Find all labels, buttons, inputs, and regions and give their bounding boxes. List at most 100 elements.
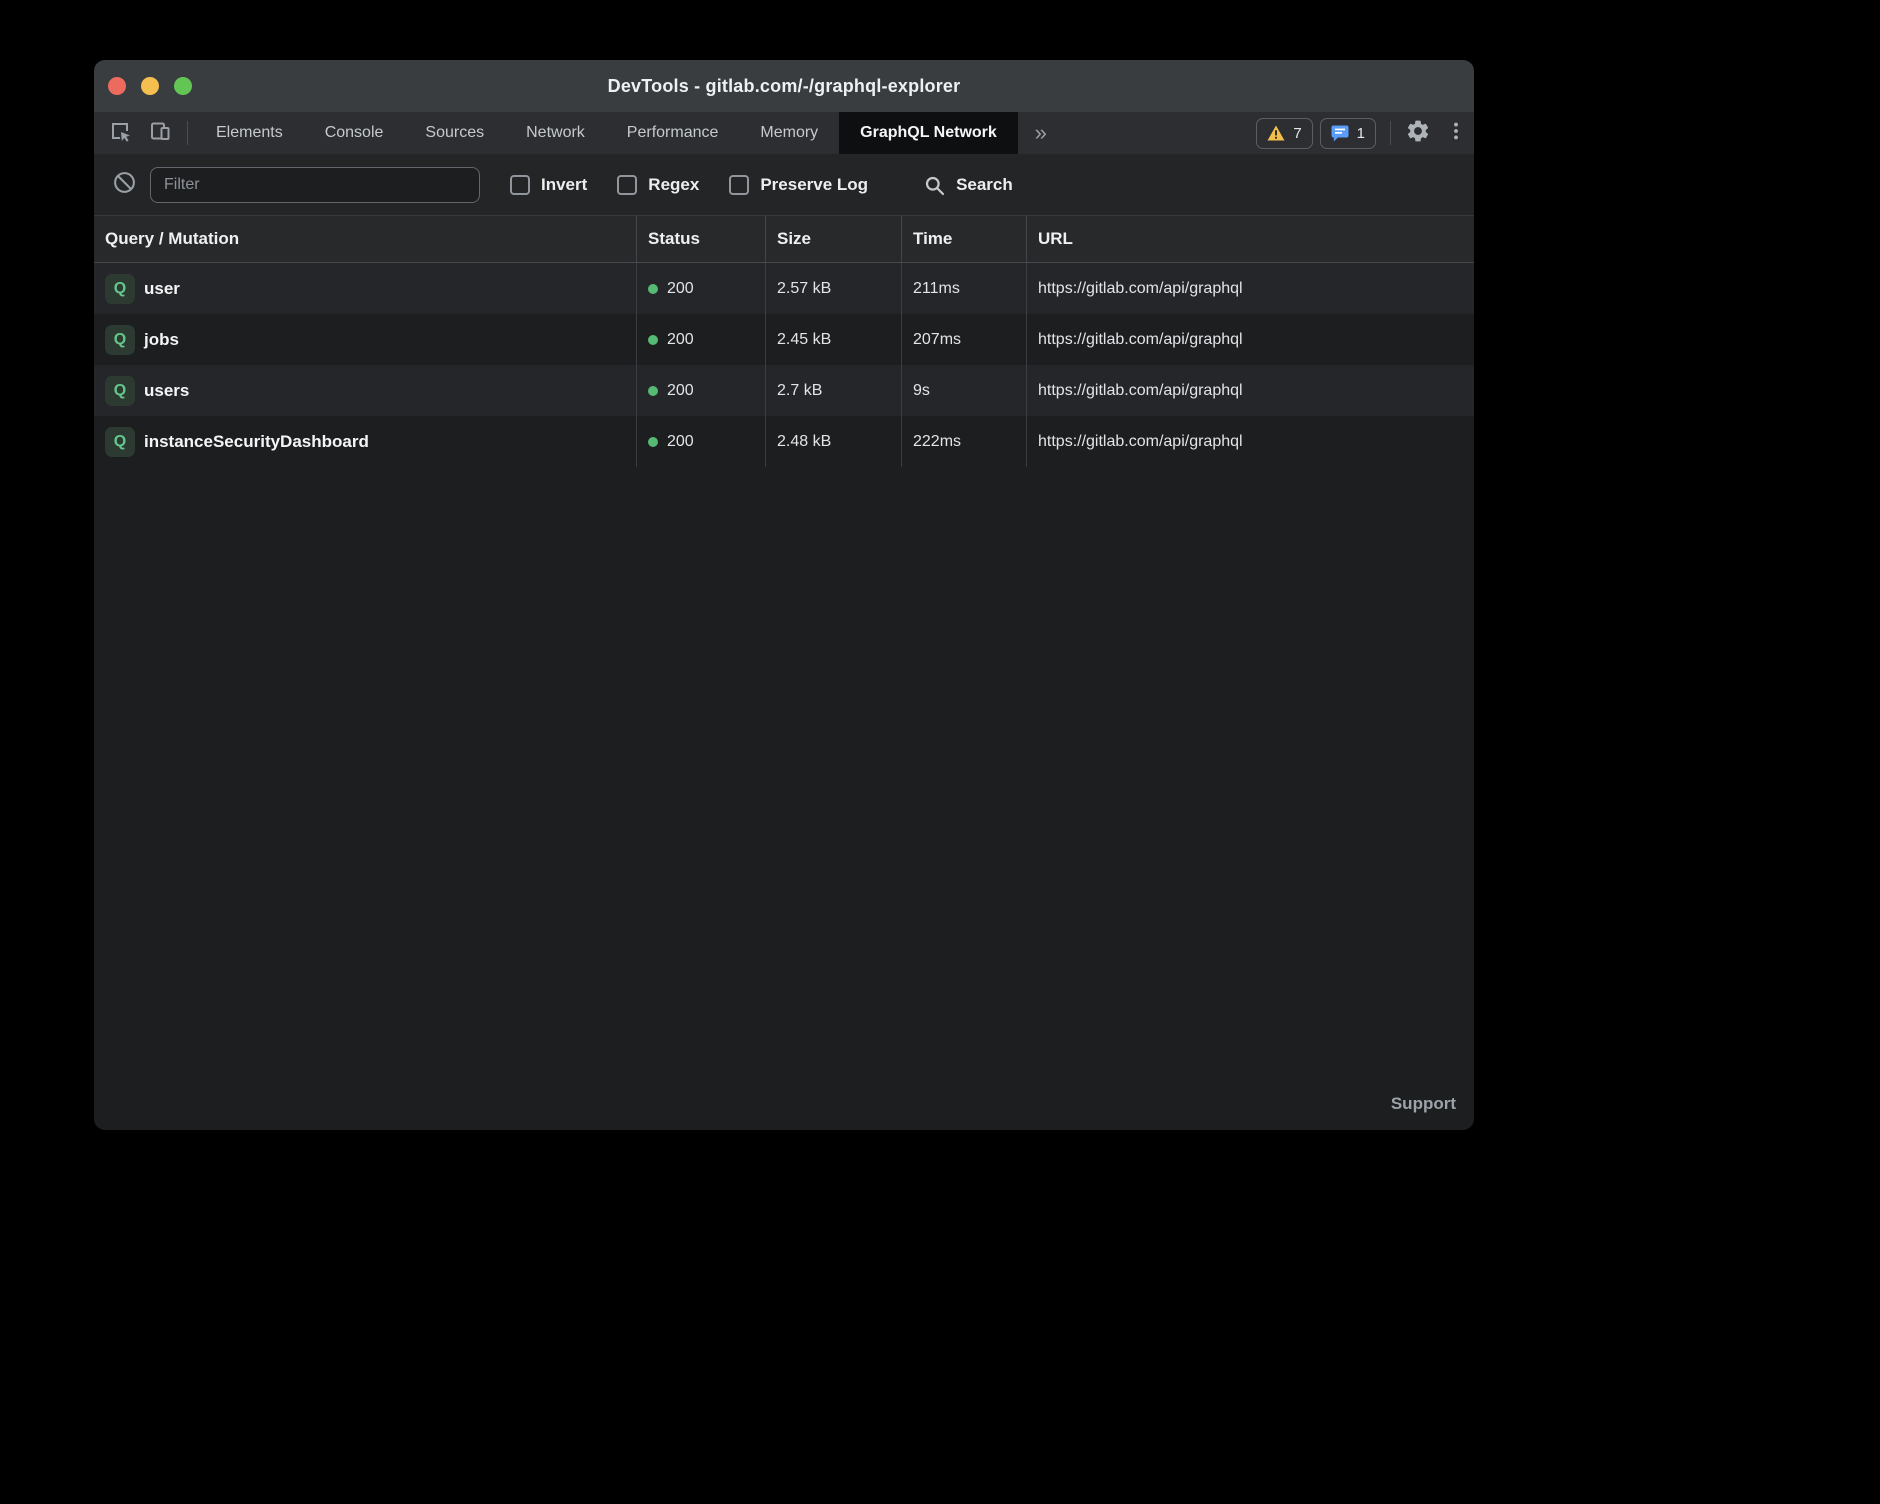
- support-link[interactable]: Support: [1391, 1094, 1456, 1114]
- size-cell: 2.7 kB: [765, 365, 901, 416]
- inspect-element-button[interactable]: [100, 112, 140, 154]
- tabbar-right-divider: [1390, 121, 1391, 145]
- status-ok-dot: [648, 437, 658, 447]
- url-cell: https://gitlab.com/api/graphql: [1026, 263, 1474, 314]
- minimize-window-button[interactable]: [141, 77, 159, 95]
- message-bubble-icon: [1331, 125, 1349, 142]
- search-toggle[interactable]: Search: [924, 175, 1013, 196]
- column-header-status[interactable]: Status: [636, 216, 765, 262]
- search-label: Search: [956, 175, 1013, 195]
- invert-filter-group: Invert: [510, 175, 587, 195]
- panel-footer: Support: [94, 1094, 1474, 1130]
- table-row[interactable]: Q instanceSecurityDashboard 200 2.48 kB …: [94, 416, 1474, 467]
- window-title: DevTools - gitlab.com/-/graphql-explorer: [94, 76, 1474, 97]
- filter-input[interactable]: [150, 167, 480, 203]
- column-header-size[interactable]: Size: [765, 216, 901, 262]
- regex-filter-group: Regex: [617, 175, 699, 195]
- query-type-badge: Q: [105, 274, 135, 304]
- status-cell: 200: [636, 314, 765, 365]
- gear-icon: [1405, 118, 1431, 149]
- url-cell: https://gitlab.com/api/graphql: [1026, 365, 1474, 416]
- status-ok-dot: [648, 284, 658, 294]
- warning-count: 7: [1293, 125, 1301, 142]
- time-cell: 211ms: [901, 263, 1026, 314]
- devtools-tabbar: Elements Console Sources Network Perform…: [94, 112, 1474, 155]
- status-text: 200: [667, 280, 694, 298]
- block-icon: [112, 170, 137, 200]
- device-toolbar-button[interactable]: [140, 112, 180, 154]
- size-cell: 2.57 kB: [765, 263, 901, 314]
- query-cell: Q user: [94, 263, 636, 314]
- query-type-badge: Q: [105, 325, 135, 355]
- close-window-button[interactable]: [108, 77, 126, 95]
- query-type-badge: Q: [105, 427, 135, 457]
- devtools-menu-button[interactable]: [1438, 112, 1474, 154]
- device-toolbar-icon: [149, 120, 171, 147]
- issues-badge[interactable]: 1: [1320, 118, 1376, 149]
- size-cell: 2.45 kB: [765, 314, 901, 365]
- tab-elements[interactable]: Elements: [195, 112, 304, 154]
- query-name: jobs: [144, 330, 179, 350]
- settings-button[interactable]: [1398, 112, 1438, 154]
- status-ok-dot: [648, 386, 658, 396]
- warning-triangle-icon: [1267, 125, 1285, 141]
- query-cell: Q jobs: [94, 314, 636, 365]
- requests-table-header: Query / Mutation Status Size Time URL: [94, 216, 1474, 263]
- tab-graphql-network[interactable]: GraphQL Network: [839, 112, 1018, 154]
- search-icon: [924, 175, 945, 196]
- more-tabs-button[interactable]: »: [1018, 112, 1064, 154]
- query-type-badge: Q: [105, 376, 135, 406]
- table-row[interactable]: Q users 200 2.7 kB 9s https://gitlab.com…: [94, 365, 1474, 416]
- requests-table-body: Q user 200 2.57 kB 211ms https://gitlab.…: [94, 263, 1474, 467]
- time-cell: 207ms: [901, 314, 1026, 365]
- tab-memory[interactable]: Memory: [739, 112, 839, 154]
- clear-requests-button[interactable]: [110, 170, 138, 200]
- status-text: 200: [667, 433, 694, 451]
- query-cell: Q instanceSecurityDashboard: [94, 416, 636, 467]
- status-cell: 200: [636, 263, 765, 314]
- column-header-query-mutation[interactable]: Query / Mutation: [94, 216, 636, 262]
- status-ok-dot: [648, 335, 658, 345]
- table-row[interactable]: Q user 200 2.57 kB 211ms https://gitlab.…: [94, 263, 1474, 314]
- url-cell: https://gitlab.com/api/graphql: [1026, 416, 1474, 467]
- warnings-badge[interactable]: 7: [1256, 118, 1312, 149]
- query-name: instanceSecurityDashboard: [144, 432, 369, 452]
- empty-content-area: [94, 467, 1474, 1094]
- invert-checkbox[interactable]: [510, 175, 530, 195]
- invert-label: Invert: [541, 175, 587, 195]
- preserve-log-checkbox[interactable]: [729, 175, 749, 195]
- size-cell: 2.48 kB: [765, 416, 901, 467]
- preserve-log-label: Preserve Log: [760, 175, 868, 195]
- status-text: 200: [667, 331, 694, 349]
- column-header-time[interactable]: Time: [901, 216, 1026, 262]
- time-cell: 9s: [901, 365, 1026, 416]
- tab-network[interactable]: Network: [505, 112, 606, 154]
- chevron-double-right-icon: »: [1035, 120, 1047, 146]
- preserve-log-group: Preserve Log: [729, 175, 868, 195]
- time-cell: 222ms: [901, 416, 1026, 467]
- titlebar: DevTools - gitlab.com/-/graphql-explorer: [94, 60, 1474, 112]
- status-cell: 200: [636, 365, 765, 416]
- regex-label: Regex: [648, 175, 699, 195]
- table-row[interactable]: Q jobs 200 2.45 kB 207ms https://gitlab.…: [94, 314, 1474, 365]
- traffic-lights: [108, 60, 192, 112]
- status-text: 200: [667, 382, 694, 400]
- tab-sources[interactable]: Sources: [404, 112, 505, 154]
- url-cell: https://gitlab.com/api/graphql: [1026, 314, 1474, 365]
- zoom-window-button[interactable]: [174, 77, 192, 95]
- tab-console[interactable]: Console: [304, 112, 405, 154]
- query-name: user: [144, 279, 180, 299]
- tabbar-divider: [187, 121, 188, 145]
- regex-checkbox[interactable]: [617, 175, 637, 195]
- tab-performance[interactable]: Performance: [606, 112, 740, 154]
- column-header-url[interactable]: URL: [1026, 216, 1474, 262]
- devtools-window: DevTools - gitlab.com/-/graphql-explorer…: [94, 60, 1474, 1130]
- kebab-menu-icon: [1445, 120, 1467, 147]
- status-cell: 200: [636, 416, 765, 467]
- tabbar-spacer: [1064, 112, 1257, 154]
- query-cell: Q users: [94, 365, 636, 416]
- message-count: 1: [1357, 125, 1365, 142]
- inspect-cursor-icon: [109, 120, 131, 147]
- query-name: users: [144, 381, 189, 401]
- filter-toolbar: Invert Regex Preserve Log Search: [94, 155, 1474, 216]
